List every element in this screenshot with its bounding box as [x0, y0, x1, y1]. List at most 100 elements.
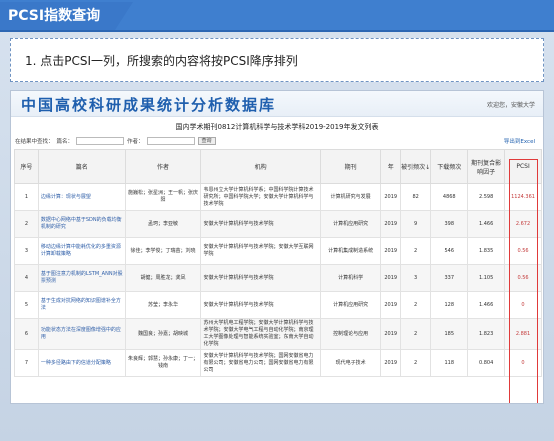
row-number: 7 — [14, 349, 39, 377]
institution-cell: 安徽大学计算机科学与技术学院；安徽大学互联网学院 — [200, 237, 321, 265]
table-row: 2 数据中心网络中基于SDN的负载均衡机制的研究 孟珂；李亚敏 安徽大学计算机科学与技… — [14, 210, 542, 238]
institution-cell: 安徽大学计算机科学与技术学院 — [200, 210, 321, 238]
welcome-text: 欢迎您，安徽大学 — [486, 102, 535, 109]
row-number: 1 — [14, 183, 39, 211]
pcsi-cell: 0.56 — [504, 264, 542, 292]
authors-cell: 施巍松；张星洲；王一帆；张庆阳 — [124, 183, 202, 211]
col-cited-header[interactable]: 被引频次↓ — [399, 149, 432, 184]
author-label: 作者： — [127, 139, 144, 145]
table-row: 4 基于图注意力机制的LSTM_ANN对股票预测 胡健；周胜龙；龚凤 安徽大学计算机科… — [14, 264, 542, 292]
title-tab-corner — [115, 2, 133, 30]
table-row: 7 一种多径路由下的信道分配策略 朱良辉；郭慧；孙永康；丁一；钱南 安徽大学计算机科学… — [14, 349, 542, 377]
instruction-text: 1. 点击PCSI一列，所搜索的内容将按PCSI降序排列 — [25, 54, 298, 68]
downloads-cell: 4868 — [430, 183, 469, 211]
institution-cell: 韦恩州立大学计算机科学系；中国科学院计算技术研究所；中国科学院大学；安徽大学计算… — [200, 183, 321, 211]
title-input[interactable] — [76, 137, 125, 145]
downloads-cell: 398 — [430, 210, 469, 238]
year-cell: 2019 — [380, 210, 401, 238]
instruction-box: 1. 点击PCSI一列，所搜索的内容将按PCSI降序排列 — [10, 38, 544, 82]
database-screenshot: 中国高校科研成果统计分析数据库 欢迎您，安徽大学 国内学术期刊0812计算机科学… — [10, 90, 544, 404]
year-cell: 2019 — [380, 183, 401, 211]
pcsi-cell: 0.56 — [504, 237, 542, 265]
downloads-cell: 118 — [430, 349, 469, 377]
col-impact-header[interactable]: 期刊复合影响因子 — [467, 149, 506, 184]
report-title: 国内学术期刊0812计算机科学与技术学科2019-2019年发文列表 — [175, 123, 379, 131]
institution-cell: 安徽大学计算机科学与技术学院 — [200, 264, 321, 292]
author-input[interactable] — [146, 137, 195, 145]
pcsi-cell: 0 — [504, 349, 542, 377]
table-row: 3 移动边缘计算中能耗优化的多重资源计算卸载策略 徐佳；李学俊；丁瑞苗；刘晓 安徽大学… — [14, 237, 542, 265]
authors-cell: 徐佳；李学俊；丁瑞苗；刘晓 — [124, 237, 202, 265]
pcsi-cell: 2.672 — [504, 210, 542, 238]
col-downloads-header[interactable]: 下载频次 — [430, 149, 469, 184]
paper-title-link[interactable]: 功能状态方法在深度图像增强中的应用 — [37, 318, 126, 350]
year-cell: 2019 — [380, 318, 401, 350]
row-number: 3 — [14, 237, 39, 265]
site-header: 中国高校科研成果统计分析数据库 欢迎您，安徽大学 — [11, 91, 543, 117]
institution-cell: 安徽大学计算机科学与技术学院；国网安徽省电力有限公司；安徽省电力公司；国网安徽省… — [200, 349, 321, 377]
site-title: 中国高校科研成果统计分析数据库 — [21, 96, 277, 114]
impact-cell: 1.105 — [467, 264, 506, 292]
year-cell: 2019 — [380, 264, 401, 292]
table-row: 5 基于生成对抗网络的知识图谱补全方法 苏莹；李永华 安徽大学计算机科学与技术学院 计算… — [14, 291, 542, 319]
journal-cell: 计算机科学 — [319, 264, 382, 292]
header-row: 序号 篇名 作者 机构 期刊年被引频次↓ 下载频次 期刊复合影响因子 PCSI — [14, 149, 542, 184]
slide-title: PCSI指数查询 — [0, 2, 115, 30]
impact-cell: 1.466 — [467, 291, 506, 319]
paper-title-link[interactable]: 基于生成对抗网络的知识图谱补全方法 — [37, 291, 126, 319]
export-excel-link[interactable]: 导出到Excel — [504, 137, 535, 145]
journal-cell: 计算机集成制造系统 — [319, 237, 382, 265]
journal-cell: 计算机应用研究 — [319, 291, 382, 319]
col-journal-header[interactable]: 期刊 — [319, 149, 382, 184]
table-row: 1 边缘计算：现状与展望 施巍松；张星洲；王一帆；张庆阳 韦恩州立大学计算机科学系；中… — [14, 183, 542, 211]
pcsi-cell: 1124.361 — [504, 183, 542, 211]
cited-cell: 9 — [399, 210, 432, 238]
cited-cell: 2 — [399, 237, 432, 265]
col-pcsi-header[interactable]: PCSI — [504, 149, 542, 184]
title-label: 篇名： — [56, 139, 74, 145]
authors-cell: 朱良辉；郭慧；孙永康；丁一；钱南 — [124, 349, 202, 377]
paper-title-link[interactable]: 一种多径路由下的信道分配策略 — [37, 349, 126, 377]
journal-cell: 计算机应用研究 — [319, 210, 382, 238]
search-row: 在结果中查找： 篇名： 作者： 查询 — [15, 137, 216, 145]
authors-cell: 苏莹；李永华 — [124, 291, 202, 319]
cited-cell: 2 — [399, 349, 432, 377]
journal-cell: 计算机研究与发展 — [319, 183, 382, 211]
paper-title-link[interactable]: 边缘计算：现状与展望 — [37, 183, 126, 211]
pcsi-cell: 0 — [504, 291, 542, 319]
col-institution-header[interactable]: 机构 — [200, 149, 321, 184]
downloads-cell: 185 — [430, 318, 469, 350]
downloads-cell: 128 — [430, 291, 469, 319]
institution-cell: 苏州大学机电工程学院；安徽大学计算机科学与技术学院；安徽大学电气工程与自动化学院… — [200, 318, 321, 350]
row-number: 5 — [14, 291, 39, 319]
col-no-header[interactable]: 序号 — [14, 149, 39, 184]
downloads-cell: 546 — [430, 237, 469, 265]
impact-cell: 1.823 — [467, 318, 506, 350]
row-number: 2 — [14, 210, 39, 238]
cited-cell: 2 — [399, 318, 432, 350]
journal-cell: 现代电子技术 — [319, 349, 382, 377]
col-author-header[interactable]: 作者 — [124, 149, 202, 184]
impact-cell: 2.598 — [467, 183, 506, 211]
row-number: 6 — [14, 318, 39, 350]
authors-cell: 魏国良；孙嘉；胡映城 — [124, 318, 202, 350]
paper-title-link[interactable]: 移动边缘计算中能耗优化的多重资源计算卸载策略 — [37, 237, 126, 265]
col-year-header[interactable]: 年 — [380, 149, 401, 184]
impact-cell: 1.835 — [467, 237, 506, 265]
slide-title-bar: PCSI指数查询 — [0, 0, 554, 32]
paper-title-link[interactable]: 数据中心网络中基于SDN的负载均衡机制的研究 — [37, 210, 126, 238]
journal-cell: 控制理论与应用 — [319, 318, 382, 350]
authors-cell: 胡健；周胜龙；龚凤 — [124, 264, 202, 292]
row-number: 4 — [14, 264, 39, 292]
results-table: 序号 篇名 作者 机构 期刊年被引频次↓ 下载频次 期刊复合影响因子 PCSI 1 边缘计算：现… — [14, 149, 542, 377]
year-cell: 2019 — [380, 349, 401, 377]
downloads-cell: 337 — [430, 264, 469, 292]
pcsi-cell: 2.881 — [504, 318, 542, 350]
col-title-header[interactable]: 篇名 — [37, 149, 126, 184]
search-button[interactable]: 查询 — [197, 137, 216, 145]
paper-title-link[interactable]: 基于图注意力机制的LSTM_ANN对股票预测 — [37, 264, 126, 292]
impact-cell: 1.466 — [467, 210, 506, 238]
cited-cell: 2 — [399, 291, 432, 319]
year-cell: 2019 — [380, 237, 401, 265]
authors-cell: 孟珂；李亚敏 — [124, 210, 202, 238]
